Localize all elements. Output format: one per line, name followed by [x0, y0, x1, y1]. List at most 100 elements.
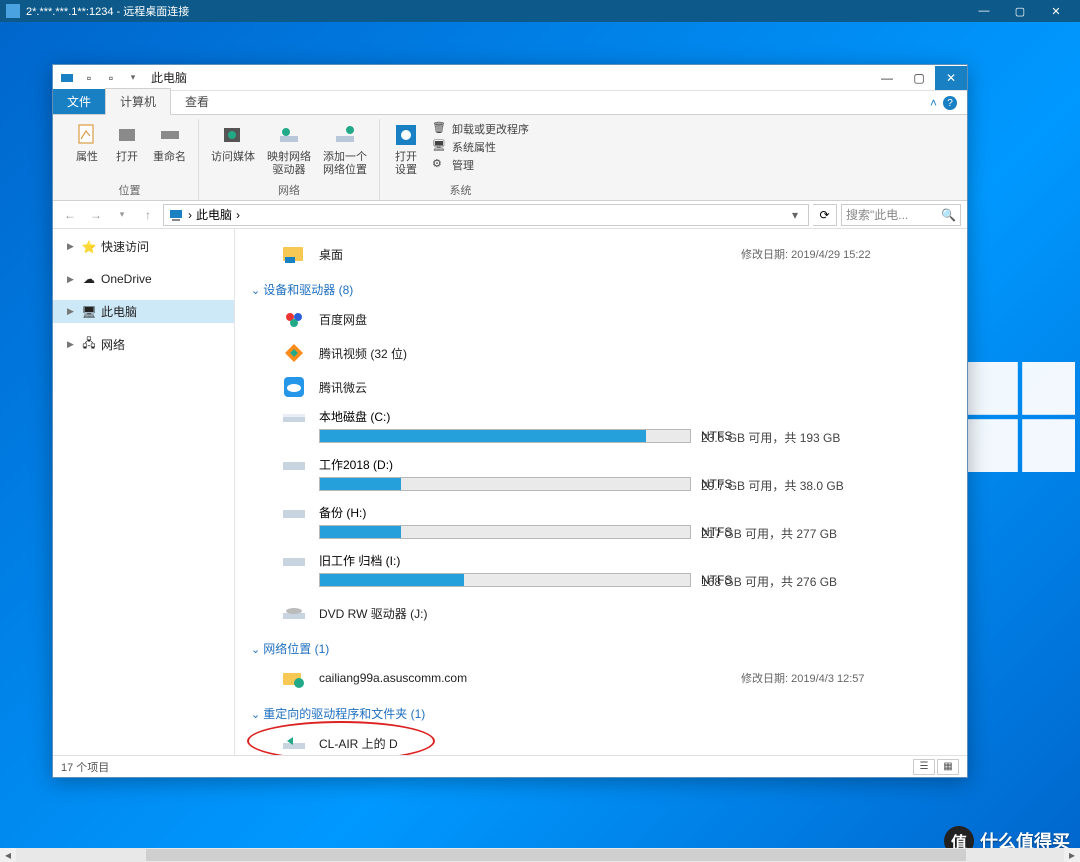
folder-item-desktop[interactable]: 桌面 修改日期: 2019/4/29 15:22: [251, 237, 951, 271]
navigation-bar: ← → ▾ ↑ › 此电脑 › ▾ ⟳ 搜索"此电... 🔍: [53, 201, 967, 229]
explorer-body: ▶ ⭐ 快速访问 ▶ ☁ OneDrive ▶ 🖥 此电脑: [53, 229, 967, 755]
chevron-right-icon[interactable]: ▶: [67, 339, 77, 350]
rename-icon: [156, 121, 184, 149]
group-label-system: 系统: [450, 182, 472, 198]
address-separator[interactable]: ›: [188, 208, 192, 222]
address-dropdown-icon[interactable]: ▾: [786, 208, 804, 222]
section-network-locations[interactable]: 网络位置 (1): [251, 630, 951, 661]
rename-button[interactable]: 重命名: [149, 119, 190, 166]
map-drive-button[interactable]: 映射网络 驱动器: [263, 119, 315, 179]
ribbon: 属性 打开 重命名 位置: [53, 115, 967, 201]
view-toggle: ☰ ▦: [913, 759, 959, 775]
quick-access-toolbar: ▫ ▫ ▾: [57, 68, 143, 88]
usage-bar: [319, 525, 691, 539]
rdp-minimize-button[interactable]: —: [966, 0, 1002, 22]
search-placeholder: 搜索"此电...: [846, 206, 908, 223]
windows-logo: [960, 362, 1080, 582]
network-icon: 🖧: [81, 337, 97, 353]
dvd-icon: [279, 600, 309, 626]
network-location-item[interactable]: cailiang99a.asuscomm.com 修改日期: 2019/4/3 …: [251, 661, 951, 695]
access-media-button[interactable]: 访问媒体: [207, 119, 259, 166]
remote-desktop-area[interactable]: ▫ ▫ ▾ 此电脑 — ▢ ✕ 文件 计算机 查看 ˄ ?: [0, 22, 1080, 862]
section-redirected[interactable]: 重定向的驱动程序和文件夹 (1): [251, 695, 951, 726]
drive-icon: [279, 502, 309, 522]
sidebar-item-thispc[interactable]: ▶ 🖥 此电脑: [53, 300, 234, 323]
icons-view-button[interactable]: ▦: [937, 759, 959, 775]
rdp-maximize-button[interactable]: ▢: [1002, 0, 1038, 22]
qat-item-2[interactable]: ▫: [101, 68, 121, 88]
open-icon: [113, 121, 141, 149]
drive-item[interactable]: 工作2018 (D:) NTFS 29.7 GB 可用，共 38.0 GB: [251, 452, 951, 500]
drive-icon: [279, 550, 309, 570]
device-item[interactable]: 百度网盘: [251, 302, 951, 336]
rdp-close-button[interactable]: ✕: [1038, 0, 1074, 22]
tab-computer[interactable]: 计算机: [105, 88, 171, 115]
redirected-drive-item[interactable]: CL-AIR 上的 D: [251, 726, 951, 755]
device-item[interactable]: 腾讯视频 (32 位): [251, 336, 951, 370]
help-icon[interactable]: ?: [943, 96, 957, 110]
modified-date: 修改日期: 2019/4/29 15:22: [741, 246, 951, 262]
search-input[interactable]: 搜索"此电... 🔍: [841, 204, 961, 226]
section-devices[interactable]: 设备和驱动器 (8): [251, 271, 951, 302]
address-location[interactable]: 此电脑: [196, 206, 232, 223]
system-menu-icon[interactable]: [57, 68, 77, 88]
redirected-drive-icon: [279, 730, 309, 755]
address-separator-2[interactable]: ›: [236, 208, 240, 222]
drive-item[interactable]: 本地磁盘 (C:) NTFS 23.5 GB 可用，共 193 GB: [251, 404, 951, 452]
explorer-titlebar[interactable]: ▫ ▫ ▾ 此电脑 — ▢ ✕: [53, 65, 967, 91]
up-button[interactable]: ↑: [137, 204, 159, 226]
qat-dropdown-icon[interactable]: ▾: [123, 68, 143, 88]
minimize-button[interactable]: —: [871, 66, 903, 90]
content-pane[interactable]: 桌面 修改日期: 2019/4/29 15:22 设备和驱动器 (8) 百度网盘…: [235, 229, 967, 755]
close-button[interactable]: ✕: [935, 66, 967, 90]
open-settings-button[interactable]: 打开 设置: [388, 119, 424, 179]
navigation-pane[interactable]: ▶ ⭐ 快速访问 ▶ ☁ OneDrive ▶ 🖥 此电脑: [53, 229, 235, 755]
scroll-left-button[interactable]: ◂: [0, 848, 16, 862]
uninstall-icon: 🗑: [432, 121, 448, 137]
maximize-button[interactable]: ▢: [903, 66, 935, 90]
horizontal-scrollbar[interactable]: ◂ ▸: [0, 848, 1080, 862]
app-icon: [279, 340, 309, 366]
media-icon: [219, 121, 247, 149]
tab-file[interactable]: 文件: [53, 89, 105, 114]
chevron-right-icon[interactable]: ▶: [67, 306, 77, 317]
device-item[interactable]: 腾讯微云: [251, 370, 951, 404]
open-button[interactable]: 打开: [109, 119, 145, 166]
system-properties-button[interactable]: 🖥系统属性: [432, 139, 529, 155]
ribbon-group-location: 属性 打开 重命名 位置: [61, 119, 199, 200]
scroll-track[interactable]: [16, 848, 1064, 862]
scroll-thumb[interactable]: [146, 849, 966, 861]
group-label-network: 网络: [278, 182, 300, 198]
refresh-button[interactable]: ⟳: [813, 204, 837, 226]
details-view-button[interactable]: ☰: [913, 759, 935, 775]
rdp-titlebar[interactable]: 2*.***.***.1**:1234 - 远程桌面连接 — ▢ ✕: [0, 0, 1080, 22]
dvd-drive-item[interactable]: DVD RW 驱动器 (J:): [251, 596, 951, 630]
sidebar-item-onedrive[interactable]: ▶ ☁ OneDrive: [53, 268, 234, 290]
back-button[interactable]: ←: [59, 204, 81, 226]
drive-item[interactable]: 备份 (H:) NTFS 217 GB 可用，共 277 GB: [251, 500, 951, 548]
ribbon-collapse-help[interactable]: ˄ ?: [920, 92, 967, 114]
recent-locations-button[interactable]: ▾: [111, 204, 133, 226]
scroll-right-button[interactable]: ▸: [1064, 848, 1080, 862]
drive-item[interactable]: 旧工作 归档 (I:) NTFS 168 GB 可用，共 276 GB: [251, 548, 951, 596]
chevron-right-icon[interactable]: ▶: [67, 241, 77, 252]
address-bar[interactable]: › 此电脑 › ▾: [163, 204, 809, 226]
drive-icon: [279, 454, 309, 474]
forward-button[interactable]: →: [85, 204, 107, 226]
qat-item-1[interactable]: ▫: [79, 68, 99, 88]
app-icon: [279, 374, 309, 400]
manage-button[interactable]: ⚙管理: [432, 157, 529, 173]
tab-view[interactable]: 查看: [171, 89, 223, 114]
chevron-right-icon[interactable]: ▶: [67, 274, 77, 285]
sidebar-item-network[interactable]: ▶ 🖧 网络: [53, 333, 234, 356]
rdp-title: 2*.***.***.1**:1234 - 远程桌面连接: [26, 3, 966, 19]
sidebar-item-quick-access[interactable]: ▶ ⭐ 快速访问: [53, 235, 234, 258]
ribbon-group-network: 访问媒体 映射网络 驱动器 添加一个 网络位置 网络: [199, 119, 380, 200]
status-bar: 17 个项目 ☰ ▦: [53, 755, 967, 777]
add-network-location-button[interactable]: 添加一个 网络位置: [319, 119, 371, 179]
star-icon: ⭐: [81, 239, 97, 255]
uninstall-button[interactable]: 🗑卸载或更改程序: [432, 121, 529, 137]
explorer-window-controls: — ▢ ✕: [871, 66, 967, 90]
properties-button[interactable]: 属性: [69, 119, 105, 166]
modified-date: 修改日期: 2019/4/3 12:57: [741, 670, 951, 686]
